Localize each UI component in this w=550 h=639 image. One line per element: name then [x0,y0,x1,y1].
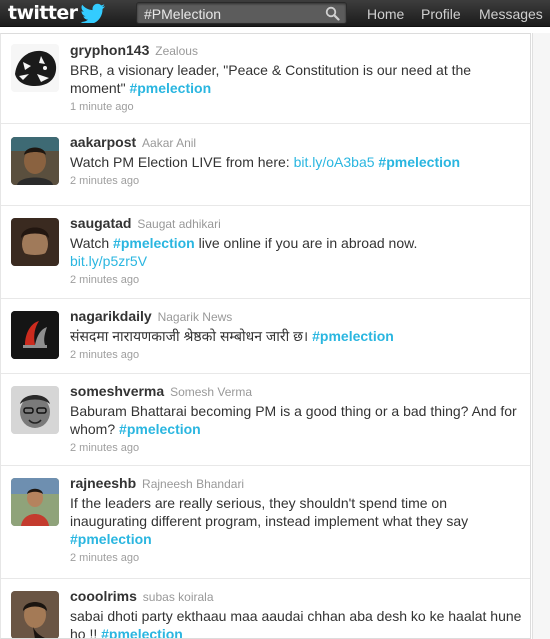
top-bar: twitter Home Profile Messages [0,0,550,27]
tweet-content: cooolrims subas koirala sabai dhoti part… [70,587,524,638]
nav-home-link[interactable]: Home [367,0,404,27]
timestamp[interactable]: 2 minutes ago [70,174,524,188]
tweet-text-body: संसदमा नारायणकाजी श्रेष्ठको सम्बोधन जारी… [70,328,309,344]
nagarik-logo-image [11,311,59,359]
tweet-item[interactable]: nagarikdaily Nagarik News संसदमा नारायणक… [1,299,530,374]
tweet-stream: gryphon143 Zealous BRB, a visionary lead… [0,33,531,639]
tweet-header: aakarpost Aakar Anil [70,133,524,152]
timestamp[interactable]: 2 minutes ago [70,551,524,565]
person-avatar-image [11,478,59,526]
avatar[interactable] [11,311,59,359]
tiger-avatar-image [11,44,59,92]
bird-icon [80,3,106,23]
tweet-text: If the leaders are really serious, they … [70,494,524,548]
full-name: Rajneesh Bhandari [142,477,245,491]
tweet-item[interactable]: saugatad Saugat adhikari Watch #pmelecti… [1,206,530,299]
scrollbar[interactable] [532,33,550,639]
search-icon[interactable] [325,6,340,21]
tweet-text-body: If the leaders are really serious, they … [70,495,469,529]
screen-name[interactable]: nagarikdaily [70,308,152,324]
nav-messages-link[interactable]: Messages [479,0,543,27]
screen-name[interactable]: rajneeshb [70,475,136,491]
tweet-text-body: Watch PM Election LIVE from here: [70,154,290,170]
tweet-content: nagarikdaily Nagarik News संसदमा नारायणक… [70,307,524,362]
avatar[interactable] [11,137,59,185]
tweet-text-body: live online if you are in abroad now. [198,235,418,251]
tweet-item[interactable]: someshverma Somesh Verma Baburam Bhattar… [1,374,530,466]
avatar[interactable] [11,44,59,92]
full-name: Nagarik News [157,310,233,324]
avatar[interactable] [11,478,59,526]
tweet-header: cooolrims subas koirala [70,587,524,606]
logo-text: twitter [8,2,78,24]
tweet-content: someshverma Somesh Verma Baburam Bhattar… [70,382,524,455]
nav-profile-link[interactable]: Profile [421,0,461,27]
tweet-text: sabai dhoti party ekthaau maa aaudai chh… [70,607,524,638]
hashtag-link[interactable]: #pmelection [70,531,152,547]
tweet-text: संसदमा नारायणकाजी श्रेष्ठको सम्बोधन जारी… [70,327,524,345]
tweet-header: someshverma Somesh Verma [70,382,524,401]
short-link[interactable]: bit.ly/oA3ba5 [294,154,375,170]
tweet-header: saugatad Saugat adhikari [70,214,524,233]
timestamp[interactable]: 1 minute ago [70,100,524,114]
screen-name[interactable]: gryphon143 [70,42,149,58]
tweet-item[interactable]: rajneeshb Rajneesh Bhandari If the leade… [1,466,530,579]
full-name: Aakar Anil [142,136,197,150]
tweet-item[interactable]: cooolrims subas koirala sabai dhoti part… [1,579,530,638]
person-avatar-image [11,218,59,266]
tweet-content: rajneeshb Rajneesh Bhandari If the leade… [70,474,524,565]
hashtag-link[interactable]: #pmelection [119,421,201,437]
tweet-content: aakarpost Aakar Anil Watch PM Election L… [70,133,524,188]
tweet-header: rajneeshb Rajneesh Bhandari [70,474,524,493]
person-avatar-image [11,137,59,185]
tweet-header: nagarikdaily Nagarik News [70,307,524,326]
avatar[interactable] [11,386,59,434]
full-name: subas koirala [142,590,214,604]
tweet-text: Watch #pmelection live online if you are… [70,234,524,270]
screen-name[interactable]: cooolrims [70,588,137,604]
timestamp[interactable]: 2 minutes ago [70,348,524,362]
timestamp[interactable]: 2 minutes ago [70,273,524,287]
tweet-content: saugatad Saugat adhikari Watch #pmelecti… [70,214,524,287]
tweet-text: Watch PM Election LIVE from here: bit.ly… [70,153,524,171]
person-avatar-image [11,591,59,638]
full-name: Zealous [155,44,198,58]
person-avatar-image [11,386,59,434]
avatar[interactable] [11,591,59,638]
hashtag-link[interactable]: #pmelection [113,235,195,251]
tweet-text: BRB, a visionary leader, "Peace & Consti… [70,61,524,97]
tweet-text-body: Watch [70,235,110,251]
tweet-item[interactable]: aakarpost Aakar Anil Watch PM Election L… [1,124,530,206]
twitter-logo[interactable]: twitter [8,1,106,25]
search-input[interactable] [144,5,319,22]
hashtag-link[interactable]: #pmelection [129,80,211,96]
timestamp[interactable]: 2 minutes ago [70,441,524,455]
screen-name[interactable]: saugatad [70,215,131,231]
tweet-content: gryphon143 Zealous BRB, a visionary lead… [70,41,524,114]
tweet-text: Baburam Bhattarai becoming PM is a good … [70,402,524,438]
full-name: Somesh Verma [170,385,253,399]
full-name: Saugat adhikari [137,217,221,231]
screen-name[interactable]: aakarpost [70,134,136,150]
screen-name[interactable]: someshverma [70,383,164,399]
hashtag-link[interactable]: #pmelection [312,328,394,344]
search-box[interactable] [136,2,347,24]
short-link[interactable]: bit.ly/p5zr5V [70,253,147,269]
tweet-header: gryphon143 Zealous [70,41,524,60]
hashtag-link[interactable]: #pmelection [101,626,183,638]
avatar[interactable] [11,218,59,266]
tweet-item[interactable]: gryphon143 Zealous BRB, a visionary lead… [1,34,530,124]
hashtag-link[interactable]: #pmelection [378,154,460,170]
